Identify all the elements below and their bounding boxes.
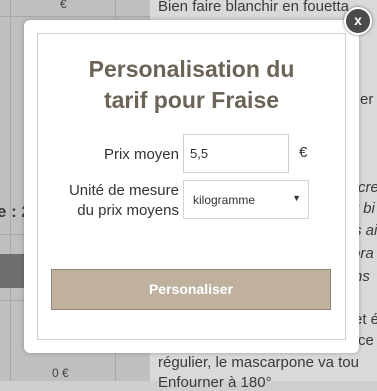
price-label: Prix moyen bbox=[103, 146, 179, 163]
unit-select-value: kilogramme bbox=[193, 193, 256, 207]
background-text-line: ce bbox=[358, 332, 374, 349]
pricing-dialog: Personalisation du tarif pour Fraise Pri… bbox=[24, 20, 359, 353]
price-input[interactable] bbox=[183, 134, 289, 173]
background-text-line: Bien faire blanchir en fouetta bbox=[158, 0, 349, 15]
unit-select[interactable]: kilogramme ▼ bbox=[183, 180, 309, 219]
background-price-symbol: € bbox=[60, 0, 67, 11]
table-divider bbox=[10, 0, 11, 381]
dialog-title-line: Personalisation du bbox=[88, 56, 295, 82]
background-price-cell: 0 € bbox=[52, 366, 69, 380]
background-text-line: cre bbox=[358, 179, 377, 196]
dialog-title-line: tarif pour Fraise bbox=[103, 87, 280, 113]
unit-label-line: du prix moyens bbox=[77, 202, 179, 219]
pricing-form: Personalisation du tarif pour Fraise Pri… bbox=[37, 33, 346, 340]
personalize-button[interactable]: Personaliser bbox=[51, 269, 331, 310]
dropdown-arrow-icon: ▼ bbox=[292, 193, 301, 203]
table-divider bbox=[0, 16, 150, 17]
currency-symbol: € bbox=[299, 144, 308, 161]
background-text-line: Enfourner à 180° bbox=[158, 374, 272, 391]
unit-label: Unité de mesure du prix moyens bbox=[46, 181, 179, 221]
close-icon[interactable]: x bbox=[344, 7, 372, 35]
background-text-line: régulier, le mascarpone va tou bbox=[158, 354, 359, 371]
background-text-line: er bbox=[360, 91, 374, 108]
unit-label-line: Unité de mesure bbox=[68, 182, 179, 199]
dialog-title: Personalisation du tarif pour Fraise bbox=[38, 54, 345, 116]
